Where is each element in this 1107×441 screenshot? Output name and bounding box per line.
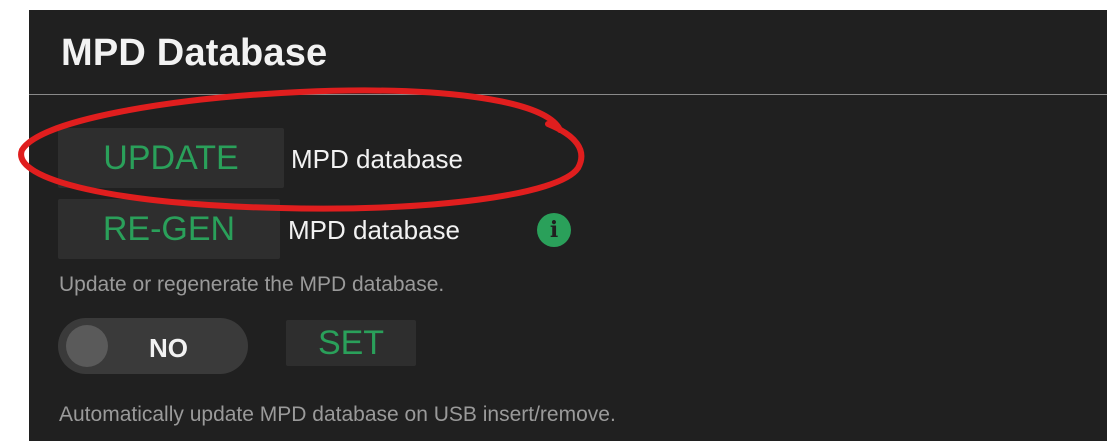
regen-label: MPD database <box>288 215 460 245</box>
mpd-database-panel: MPD Database UPDATE MPD database RE-GEN … <box>29 10 1107 441</box>
auto-update-toggle[interactable]: NO <box>58 318 248 374</box>
title-divider <box>29 94 1107 95</box>
update-label: MPD database <box>291 144 463 174</box>
toggle-value: NO <box>149 333 188 363</box>
section-title: MPD Database <box>61 32 328 74</box>
auto-update-help-text: Automatically update MPD database on USB… <box>59 403 616 426</box>
update-button[interactable]: UPDATE <box>58 128 284 188</box>
info-icon[interactable]: i <box>537 213 571 247</box>
set-button[interactable]: SET <box>286 320 416 366</box>
regen-button[interactable]: RE-GEN <box>58 199 280 259</box>
regen-help-text: Update or regenerate the MPD database. <box>59 273 445 296</box>
toggle-knob <box>66 325 108 367</box>
